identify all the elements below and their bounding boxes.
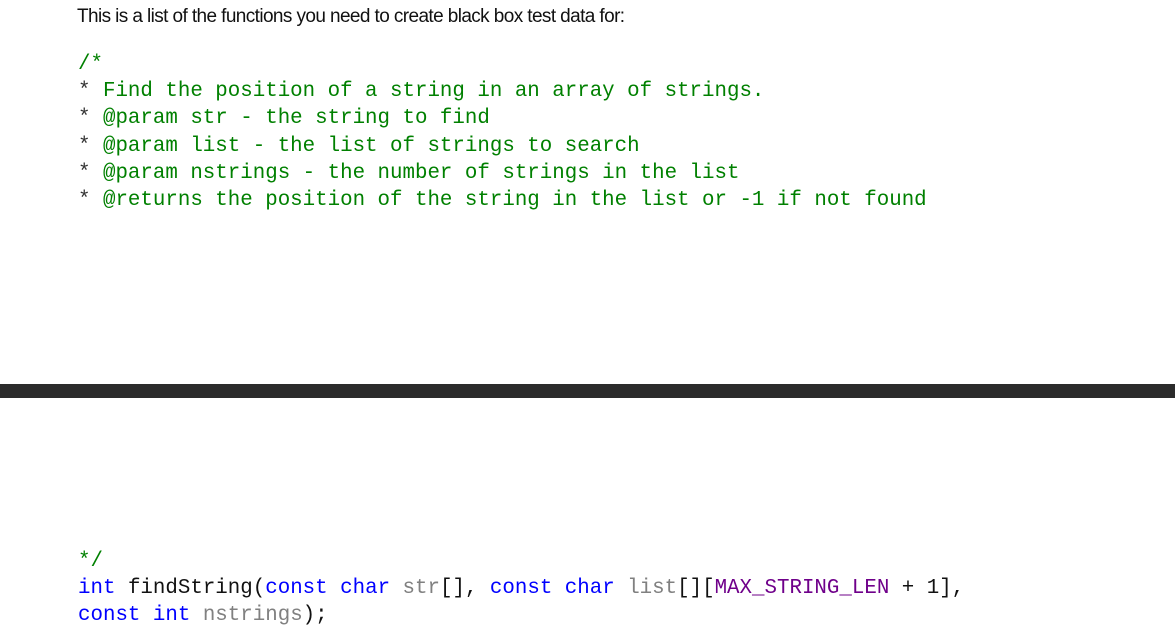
intro-text: This is a list of the functions you need… — [77, 6, 625, 27]
function-signature: */ int findString(const char str[], cons… — [78, 550, 965, 628]
macro: MAX_STRING_LEN — [714, 577, 890, 601]
comment-line: @param str - the string to find — [102, 107, 490, 131]
comment-close: */ — [78, 550, 103, 573]
comment-line: @param nstrings - the number of strings … — [102, 161, 740, 185]
divider-bar — [0, 384, 1175, 398]
comment-line: @param list - the list of strings to sea… — [102, 134, 640, 158]
comment-line: @returns the position of the string in t… — [102, 189, 927, 213]
comment-open: /* — [78, 53, 103, 76]
function-name: findString( — [127, 577, 266, 601]
doc-comment: /* * Find the position of a string in an… — [78, 53, 927, 213]
comment-line: Find the position of a string in an arra… — [102, 80, 765, 104]
